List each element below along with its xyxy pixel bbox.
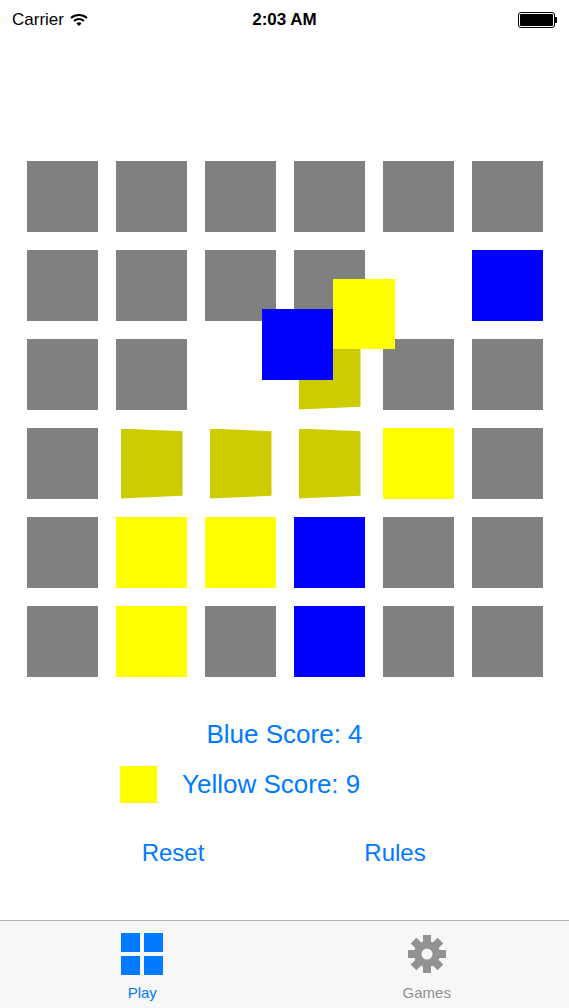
yellow-score-row: Yellow Score: 9 xyxy=(0,766,569,803)
board-cell[interactable] xyxy=(116,606,187,677)
board-cell[interactable] xyxy=(383,339,454,410)
gear-icon xyxy=(406,933,448,975)
tile[interactable] xyxy=(472,250,543,321)
board-row xyxy=(27,606,543,677)
grid-icon xyxy=(121,933,163,975)
board-cell[interactable] xyxy=(294,517,365,588)
board-cell[interactable] xyxy=(294,428,365,499)
board-cell[interactable] xyxy=(472,161,543,232)
board-cell[interactable] xyxy=(383,161,454,232)
board-cell[interactable] xyxy=(27,161,98,232)
tile[interactable] xyxy=(27,517,98,588)
tile[interactable] xyxy=(383,517,454,588)
rules-button[interactable]: Rules xyxy=(335,838,455,868)
board-cell[interactable] xyxy=(27,339,98,410)
moving-tile xyxy=(333,279,395,349)
tile[interactable] xyxy=(116,339,187,410)
turn-indicator xyxy=(120,766,157,803)
tab-label: Games xyxy=(403,983,451,1003)
board-cell[interactable] xyxy=(294,161,365,232)
board-cell[interactable] xyxy=(27,517,98,588)
tile[interactable] xyxy=(116,517,187,588)
app-screen: Carrier 2:03 AM Blue Score: 4 Yellow Score:… xyxy=(0,0,569,1008)
board xyxy=(27,161,543,677)
blue-score: Blue Score: 4 xyxy=(206,715,362,754)
tile[interactable] xyxy=(205,517,276,588)
status-bar: Carrier 2:03 AM xyxy=(0,0,569,40)
board-row xyxy=(27,517,543,588)
tile[interactable] xyxy=(205,161,276,232)
tile[interactable] xyxy=(383,339,454,410)
tile[interactable] xyxy=(294,161,365,232)
tile[interactable] xyxy=(116,161,187,232)
tile[interactable] xyxy=(472,428,543,499)
board-cell[interactable] xyxy=(116,339,187,410)
tile[interactable] xyxy=(383,606,454,677)
board-cell[interactable] xyxy=(205,606,276,677)
board-cell[interactable] xyxy=(472,428,543,499)
flipping-tile xyxy=(299,429,361,499)
tab-bar: Play Games xyxy=(0,920,569,1008)
board-cell[interactable] xyxy=(383,606,454,677)
tile[interactable] xyxy=(383,161,454,232)
tile[interactable] xyxy=(116,250,187,321)
tab-item[interactable]: Games xyxy=(285,921,569,1008)
tile[interactable] xyxy=(294,606,365,677)
tile[interactable] xyxy=(27,339,98,410)
board-cell[interactable] xyxy=(27,428,98,499)
board-cell[interactable] xyxy=(27,606,98,677)
blue-score-row: Blue Score: 4 xyxy=(0,718,569,750)
board-row xyxy=(27,161,543,232)
board-cell[interactable] xyxy=(116,250,187,321)
board-cell[interactable] xyxy=(472,250,543,321)
tile[interactable] xyxy=(27,250,98,321)
board-row xyxy=(27,428,543,499)
board-cell[interactable] xyxy=(472,606,543,677)
tile[interactable] xyxy=(383,428,454,499)
board-cell[interactable] xyxy=(116,161,187,232)
tile[interactable] xyxy=(472,606,543,677)
button-row: Reset Rules xyxy=(0,838,569,868)
board-cell[interactable] xyxy=(383,428,454,499)
board-cell[interactable] xyxy=(472,339,543,410)
board-cell[interactable] xyxy=(472,517,543,588)
board-cell[interactable] xyxy=(27,250,98,321)
board-cell[interactable] xyxy=(294,606,365,677)
tile[interactable] xyxy=(472,339,543,410)
tile[interactable] xyxy=(205,606,276,677)
board-cell[interactable] xyxy=(205,161,276,232)
tile[interactable] xyxy=(294,517,365,588)
tile[interactable] xyxy=(472,517,543,588)
tab-label: Play xyxy=(128,983,157,1003)
flipping-tile xyxy=(121,429,183,499)
moving-tile xyxy=(262,309,333,380)
reset-button[interactable]: Reset xyxy=(113,838,233,868)
battery-icon xyxy=(518,12,557,28)
board-cell[interactable] xyxy=(116,428,187,499)
flipping-tile xyxy=(210,429,272,499)
tile[interactable] xyxy=(116,606,187,677)
tile[interactable] xyxy=(27,161,98,232)
tile[interactable] xyxy=(27,428,98,499)
board-cell[interactable] xyxy=(205,517,276,588)
yellow-score: Yellow Score: 9 xyxy=(182,765,360,804)
tab-item[interactable]: Play xyxy=(0,921,285,1008)
time-label: 2:03 AM xyxy=(252,7,317,33)
wifi-icon xyxy=(70,13,88,27)
tile[interactable] xyxy=(472,161,543,232)
tile[interactable] xyxy=(27,606,98,677)
board-cell[interactable] xyxy=(205,428,276,499)
board-cell[interactable] xyxy=(116,517,187,588)
board-cell[interactable] xyxy=(383,517,454,588)
carrier-label: Carrier xyxy=(12,7,64,33)
